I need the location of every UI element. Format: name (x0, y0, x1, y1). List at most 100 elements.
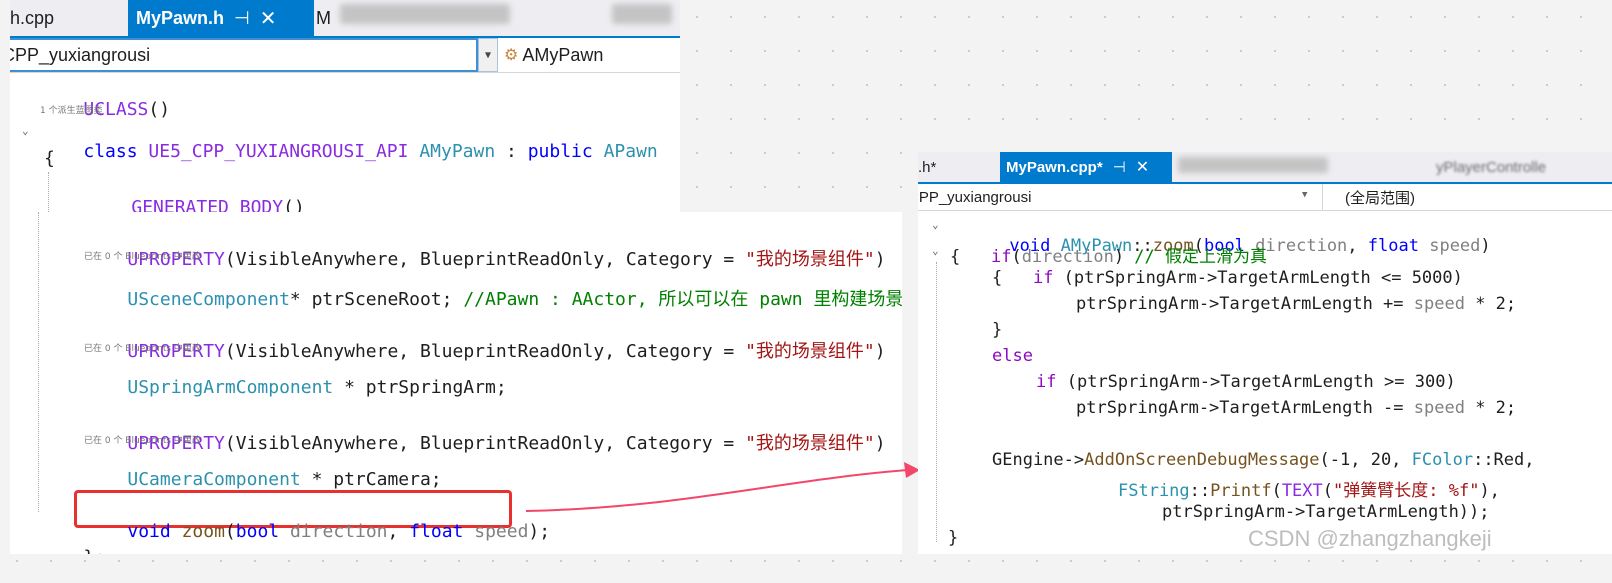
tab-h-cpp[interactable]: h.cpp (10, 0, 128, 36)
format-string: "弹簧臂长度: %f" (1333, 481, 1480, 501)
tab-label: h.cpp (10, 7, 55, 28)
code-line-printf: FString::Printf(TEXT("弹簧臂长度: %f"), (1118, 481, 1500, 501)
indent-guide (936, 262, 937, 542)
project-dropdown[interactable]: CPP_yuxiangrousi (918, 184, 1314, 210)
code-line-fn-end: } (948, 528, 959, 548)
blueprint-hint: 1 个派生蓝图类 (40, 106, 103, 116)
blueprint-change-hint: 已在 0 个 Blueprints 中更改 (84, 252, 201, 262)
fold-icon[interactable]: ⌄ (22, 124, 29, 137)
fold-icon[interactable]: ⌄ (932, 218, 939, 231)
member-spring: ptrSpringArm->TargetArmLength (1073, 268, 1371, 288)
camera-decl: * ptrCamera; (300, 469, 442, 490)
class-end: }; (83, 547, 105, 554)
kw-class: class (83, 141, 138, 162)
chevron-down-icon[interactable]: ▼ (1302, 190, 1307, 200)
param-direction: direction (1021, 247, 1114, 267)
kw-if: if (990, 247, 1012, 267)
type-apawn: APawn (603, 141, 658, 162)
api-macro: UE5_CPP_YUXIANGROUSI_API (148, 141, 409, 162)
tab-blurred[interactable]: M (316, 0, 676, 36)
code-line-open-brace: { (44, 148, 55, 169)
tab-label: MyPawn.h (136, 7, 225, 28)
class-name: AMyPawn (522, 44, 604, 65)
param-direction: direction (1255, 236, 1348, 256)
fn-text-macro: TEXT (1281, 481, 1323, 501)
type-spring-arm: USpringArmComponent (127, 377, 334, 398)
close-icon[interactable]: ✕ (260, 6, 277, 31)
spring-decl: * ptrSpringArm; (333, 377, 507, 398)
pin-icon[interactable]: ⊣ (234, 8, 250, 29)
final-arg: ptrSpringArm->TargetArmLength)); (1162, 502, 1490, 522)
fn-zoom: zoom (181, 521, 225, 542)
gengine: GEngine-> (992, 450, 1085, 470)
member-spring: ptrSpringArm->TargetArmLength (1076, 398, 1373, 418)
category-string: "我的场景组件" (745, 341, 875, 362)
code-line-decrease: ptrSpringArm->TargetArmLength -= speed *… (1076, 398, 1517, 418)
code-line-increase: ptrSpringArm->TargetArmLength += speed *… (1076, 294, 1517, 314)
tab-label: .h* (918, 158, 937, 176)
tab-mypawn-cpp[interactable]: MyPawn.cpp* ⊣ ✕ (1000, 152, 1172, 182)
code-line-class-decl: class UE5_CPP_YUXIANGROUSI_API AMyPawn :… (83, 141, 658, 162)
blurred-tab-name (340, 4, 510, 24)
scene-comment: //APawn : AActor, 所以可以在 pawn 里构建场景 (463, 289, 902, 310)
right-code-area: ⌄ void AMyPawn::zoom(bool direction, flo… (918, 210, 1612, 554)
scope-name: (全局范围) (1345, 189, 1415, 207)
project-name: CPP_yuxiangrousi (10, 44, 151, 65)
left-code-upper: UCLASS() 1 个派生蓝图类 ⌄ class UE5_CPP_YUXIAN… (10, 72, 680, 218)
comment-up: // 假定上滑为真 (1134, 247, 1268, 267)
close-icon[interactable]: ✕ (1136, 157, 1149, 177)
left-nav-bar: CPP_yuxiangrousi ▼ ⚙ AMyPawn (10, 38, 680, 73)
code-line-if-max: { if (ptrSpringArm->TargetArmLength <= 5… (992, 268, 1463, 288)
kw-void: void (127, 521, 171, 542)
chevron-down-icon[interactable]: ▼ (478, 38, 498, 72)
type-amypawn: AMyPawn (419, 141, 496, 162)
blurred-tab-name (1178, 157, 1328, 173)
tab-blurred[interactable]: yPlayerControlle (1174, 152, 1612, 182)
code-line-debug-msg: GEngine->AddOnScreenDebugMessage(-1, 20,… (992, 450, 1535, 470)
fold-icon[interactable]: ⌄ (932, 244, 939, 257)
blueprint-change-hint: 已在 0 个 Blueprints 中更改 (84, 344, 201, 354)
scope-dropdown[interactable]: (全局范围) (1322, 184, 1612, 210)
right-nav-bar: CPP_yuxiangrousi ▼ (全局范围) (918, 184, 1612, 211)
project-dropdown[interactable]: CPP_yuxiangrousi (10, 38, 478, 72)
param-direction: direction (289, 521, 388, 542)
member-spring: ptrSpringArm->TargetArmLength (1076, 372, 1374, 392)
type-scene-component: USceneComponent (127, 289, 290, 310)
args-prefix: (-1, 20, (1319, 450, 1412, 470)
watermark: CSDN @zhangzhangkeji (1248, 526, 1492, 551)
tab-mypawn-h[interactable]: MyPawn.h ⊣ ✕ (128, 0, 314, 36)
type-camera: UCameraComponent (127, 469, 301, 490)
pin-icon[interactable]: ⊣ (1113, 158, 1126, 176)
code-line-zoom-decl: void zoom(bool direction, float speed); (127, 521, 551, 542)
kw-public: public (527, 141, 593, 162)
kw-float: float (409, 521, 464, 542)
blurred-tab-name-2 (612, 4, 672, 24)
tab-label: MyPawn.cpp* (1006, 158, 1103, 176)
param-speed: speed (474, 521, 529, 542)
fn-add-debug-message: AddOnScreenDebugMessage (1084, 450, 1320, 470)
code-line-else: else (992, 346, 1033, 366)
type-fstring: FString (1118, 481, 1190, 501)
kw-if: if (1036, 372, 1057, 392)
tab-h[interactable]: .h* (918, 152, 998, 182)
blueprint-change-hint: 已在 0 个 Blueprints 中更改 (84, 436, 201, 446)
right-tab-bar: .h* MyPawn.cpp* ⊣ ✕ yPlayerControlle (918, 152, 1612, 184)
code-line-if-min: if (ptrSpringArm->TargetArmLength >= 300… (1036, 372, 1456, 392)
kw-float: float (1367, 236, 1419, 256)
kw-if: if (1032, 268, 1054, 288)
kw-bool: bool (235, 521, 280, 542)
class-dropdown[interactable]: ⚙ AMyPawn (500, 38, 680, 72)
member-spring: ptrSpringArm->TargetArmLength (1076, 294, 1373, 314)
indent-guide (38, 212, 39, 512)
type-fcolor: FColor (1411, 450, 1474, 470)
red-suffix: ::Red, (1473, 450, 1535, 470)
fn-printf: Printf (1210, 481, 1272, 501)
code-line-final-arg: ptrSpringArm->TargetArmLength)); (1162, 502, 1490, 522)
code-line-close-brace: } (992, 320, 1003, 340)
tab-label: yPlayerControlle (1436, 158, 1547, 176)
left-code-lower: UPROPERTY(VisibleAnywhere, BlueprintRead… (10, 212, 902, 554)
category-string: "我的场景组件" (745, 433, 875, 454)
min-length: 300 (1414, 372, 1446, 392)
project-name: CPP_yuxiangrousi (918, 188, 1032, 206)
left-tab-bar: h.cpp MyPawn.h ⊣ ✕ M (10, 0, 680, 38)
